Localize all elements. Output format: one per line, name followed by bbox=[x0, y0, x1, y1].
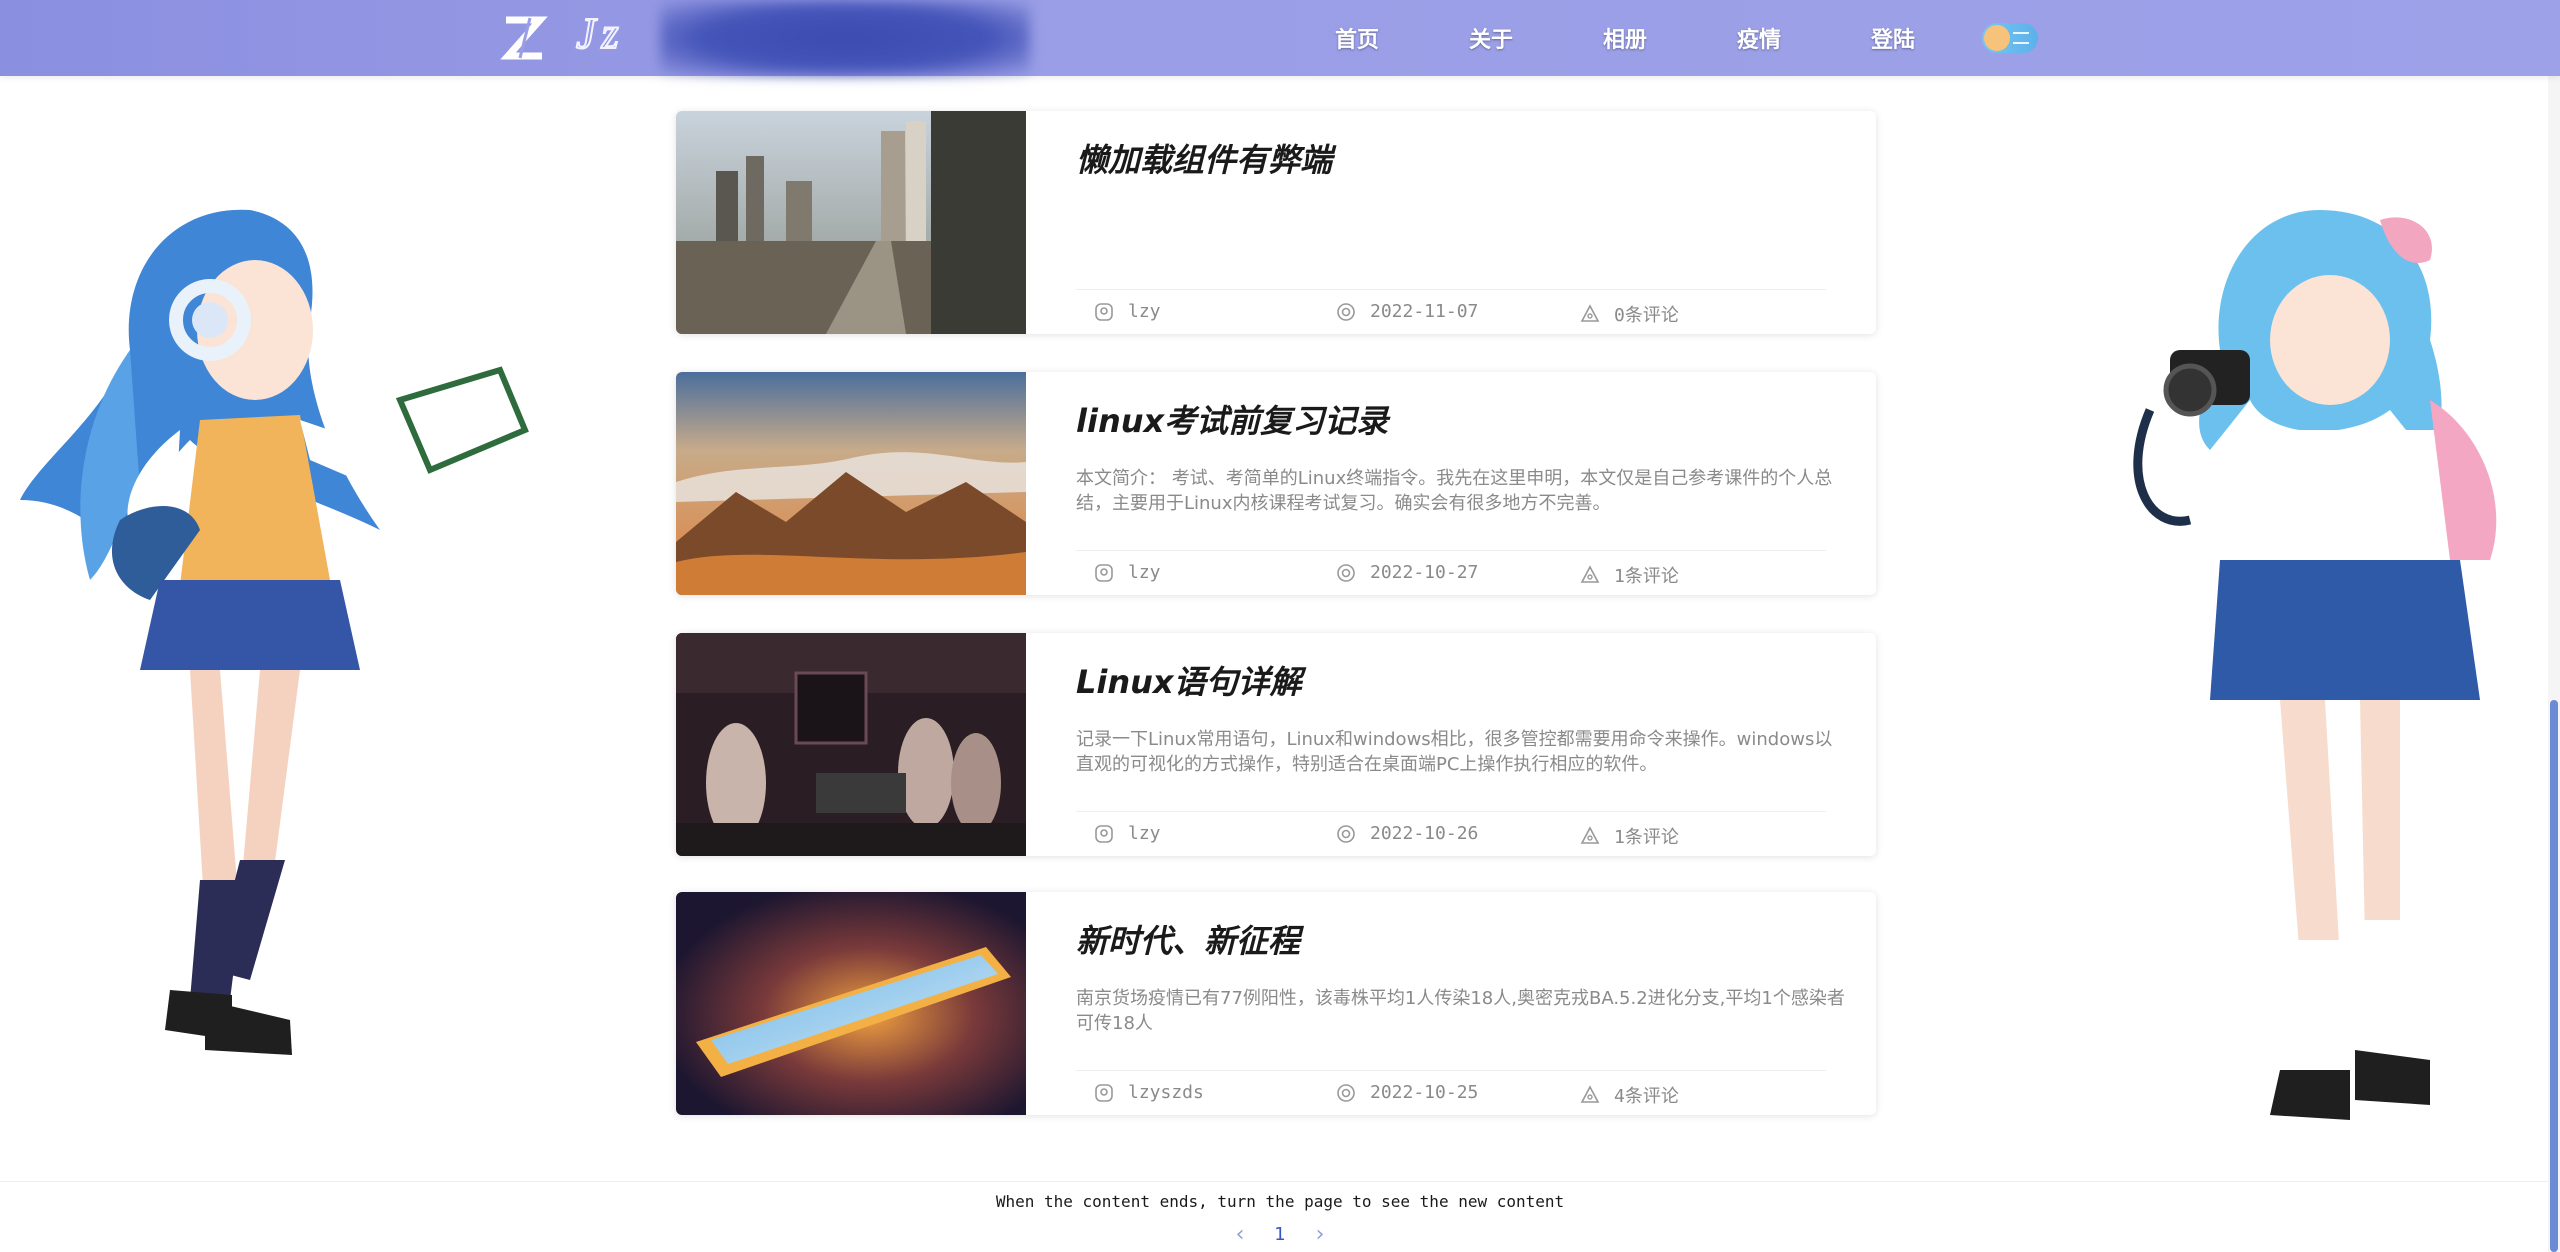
nav-login[interactable]: 登陆 bbox=[1826, 22, 1960, 54]
scrollbar-thumb[interactable] bbox=[2550, 700, 2558, 1252]
post-comments[interactable]: 4条评论 bbox=[1580, 1082, 1679, 1108]
date-text: 2022-10-26 bbox=[1370, 823, 1479, 844]
divider bbox=[1076, 289, 1826, 290]
post-thumbnail[interactable] bbox=[676, 633, 1026, 856]
nav-epidemic[interactable]: 疫情 bbox=[1692, 22, 1826, 54]
post-title[interactable]: 懒加载组件有弊端 bbox=[1076, 135, 1332, 181]
clock-icon bbox=[1337, 563, 1355, 582]
author-name: lzy bbox=[1128, 562, 1161, 583]
post-thumbnail[interactable] bbox=[676, 892, 1026, 1115]
nav-about[interactable]: 关于 bbox=[1424, 22, 1558, 54]
post-summary: 记录一下Linux常用语句，Linux和windows相比，很多管控都需要用命令… bbox=[1076, 729, 1833, 775]
main-nav: 首页 关于 相册 疫情 登陆 bbox=[1290, 0, 1960, 76]
footer-divider bbox=[0, 1181, 2548, 1182]
post-title[interactable]: Linux语句详解 bbox=[1076, 657, 1302, 703]
comment-count: 1条评论 bbox=[1614, 566, 1679, 587]
logo-text: Jz bbox=[575, 8, 625, 59]
post-comments[interactable]: 0条评论 bbox=[1580, 301, 1679, 327]
post-summary: 本文简介： 考试、考简单的Linux终端指令。我先在这里申明，本文仅是自己参考课… bbox=[1076, 468, 1833, 514]
post-card[interactable]: 新时代、新征程 南京货场疫情已有77例阳性，该毒株平均1人传染18人,奥密克戎B… bbox=[676, 892, 1876, 1115]
date-text: 2022-11-07 bbox=[1370, 301, 1479, 322]
comment-icon bbox=[1580, 304, 1600, 322]
post-title[interactable]: linux考试前复习记录 bbox=[1076, 396, 1388, 442]
post-card[interactable]: Linux语句详解 记录一下Linux常用语句，Linux和windows相比，… bbox=[676, 633, 1876, 856]
post-date: 2022-11-07 bbox=[1336, 301, 1478, 322]
post-summary: 南京货场疫情已有77例阳性，该毒株平均1人传染18人,奥密克戎BA.5.2进化分… bbox=[1076, 988, 1845, 1034]
post-date: 2022-10-26 bbox=[1336, 823, 1478, 844]
post-author: lzy bbox=[1094, 301, 1161, 322]
prev-page-button[interactable]: ‹ bbox=[1220, 1222, 1260, 1247]
divider bbox=[1076, 1070, 1826, 1071]
menu-lines-icon bbox=[2013, 32, 2029, 44]
author-name: lzy bbox=[1128, 823, 1161, 844]
post-title[interactable]: 新时代、新征程 bbox=[1076, 916, 1300, 962]
post-date: 2022-10-25 bbox=[1336, 1082, 1478, 1103]
post-date: 2022-10-27 bbox=[1336, 562, 1478, 583]
author-name: lzyszds bbox=[1128, 1082, 1204, 1103]
top-header: Jz 首页 关于 相册 疫情 登陆 bbox=[0, 0, 2560, 76]
user-icon bbox=[1095, 824, 1113, 843]
comment-icon bbox=[1580, 826, 1600, 844]
nav-home[interactable]: 首页 bbox=[1290, 22, 1424, 54]
author-name: lzy bbox=[1128, 301, 1161, 322]
post-card[interactable]: linux考试前复习记录 本文简介： 考试、考简单的Linux终端指令。我先在这… bbox=[676, 372, 1876, 595]
right-anime-girl-illustration bbox=[2133, 210, 2497, 1120]
pagination: ‹ 1 › bbox=[1220, 1222, 1340, 1247]
comment-icon bbox=[1580, 565, 1600, 583]
user-icon bbox=[1095, 302, 1113, 321]
nav-album[interactable]: 相册 bbox=[1558, 22, 1692, 54]
header-decoration bbox=[660, 0, 1030, 76]
comment-count: 4条评论 bbox=[1614, 1086, 1679, 1107]
post-thumbnail[interactable] bbox=[676, 111, 1026, 334]
post-author: lzy bbox=[1094, 823, 1161, 844]
page-number-button[interactable]: 1 bbox=[1260, 1224, 1300, 1245]
post-author: lzy bbox=[1094, 562, 1161, 583]
next-page-button[interactable]: › bbox=[1300, 1222, 1340, 1247]
footer-note: When the content ends, turn the page to … bbox=[995, 1192, 1565, 1211]
comment-count: 1条评论 bbox=[1614, 827, 1679, 848]
comment-count: 0条评论 bbox=[1614, 305, 1679, 326]
left-anime-girl-illustration bbox=[20, 209, 529, 1055]
user-icon bbox=[1095, 1083, 1113, 1102]
clock-icon bbox=[1337, 824, 1355, 843]
site-logo[interactable] bbox=[500, 14, 548, 62]
sun-icon bbox=[1984, 25, 2010, 51]
clock-icon bbox=[1337, 1083, 1355, 1102]
page-scrollbar[interactable] bbox=[2548, 0, 2560, 1252]
clock-icon bbox=[1337, 302, 1355, 321]
date-text: 2022-10-25 bbox=[1370, 1082, 1479, 1103]
post-author: lzyszds bbox=[1094, 1082, 1204, 1103]
post-comments[interactable]: 1条评论 bbox=[1580, 823, 1679, 849]
post-card[interactable]: 懒加载组件有弊端 lzy 2022-11-07 0条评论 bbox=[676, 111, 1876, 334]
post-thumbnail[interactable] bbox=[676, 372, 1026, 595]
comment-icon bbox=[1580, 1085, 1600, 1103]
theme-toggle[interactable] bbox=[1982, 23, 2038, 53]
divider bbox=[1076, 811, 1826, 812]
divider bbox=[1076, 550, 1826, 551]
post-comments[interactable]: 1条评论 bbox=[1580, 562, 1679, 588]
date-text: 2022-10-27 bbox=[1370, 562, 1479, 583]
user-icon bbox=[1095, 563, 1113, 582]
